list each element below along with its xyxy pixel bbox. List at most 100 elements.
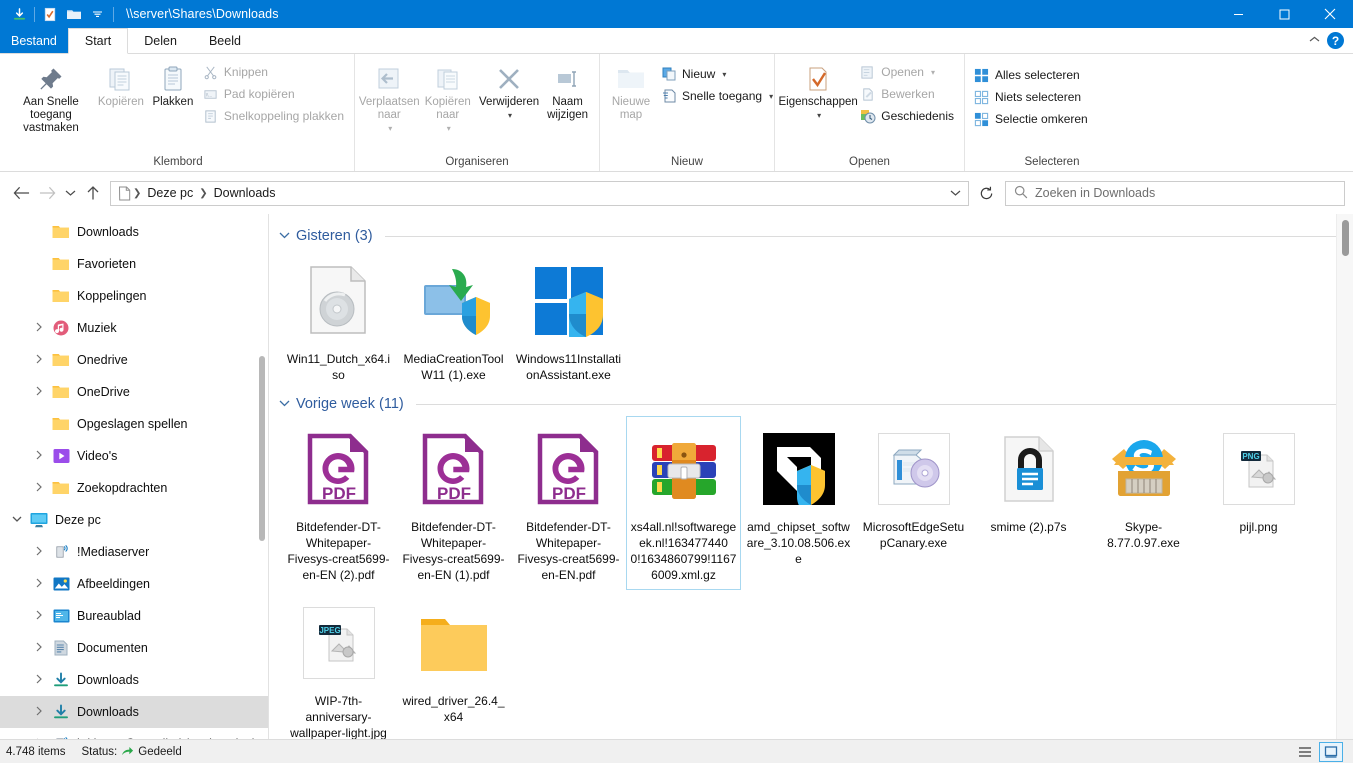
content-scrollbar-track[interactable] bbox=[1336, 214, 1353, 739]
copy-path-button[interactable]: \\... Pad kopiëren bbox=[199, 83, 349, 105]
chevron-up-icon[interactable] bbox=[1308, 35, 1321, 47]
new-folder-button[interactable]: Nieuwe map bbox=[605, 59, 657, 125]
sidebar-item-mediaserver[interactable]: !Mediaserver bbox=[0, 536, 268, 568]
group-header[interactable]: Vorige week (11) bbox=[277, 392, 1353, 416]
chevron-right-icon[interactable] bbox=[28, 738, 50, 739]
chevron-right-icon[interactable] bbox=[28, 354, 50, 367]
sidebar-item-onedrive[interactable]: Onedrive bbox=[0, 344, 268, 376]
refresh-button[interactable] bbox=[971, 182, 1001, 205]
sidebar-item-zoekopdrachten[interactable]: Zoekopdrachten bbox=[0, 472, 268, 504]
sidebar-item-onedrive[interactable]: OneDrive bbox=[0, 376, 268, 408]
chevron-down-icon[interactable] bbox=[279, 398, 290, 411]
file-tile[interactable]: amd_chipset_software_3.10.08.506.exe bbox=[741, 416, 856, 590]
file-tile[interactable]: PDF Bitdefender-DT-Whitepaper-Fivesys-cre… bbox=[511, 416, 626, 590]
sidebar-scrollbar-track[interactable] bbox=[256, 214, 268, 739]
content-scrollbar-thumb[interactable] bbox=[1342, 220, 1349, 256]
invert-selection-button[interactable]: Selectie omkeren bbox=[970, 108, 1093, 130]
history-button[interactable]: Geschiedenis bbox=[856, 105, 959, 127]
chevron-right-icon[interactable] bbox=[28, 642, 50, 655]
open-button[interactable]: Openen ▾ bbox=[856, 61, 959, 83]
paste-shortcut-button[interactable]: Snelkoppeling plakken bbox=[199, 105, 349, 127]
tab-bestand[interactable]: Bestand bbox=[0, 28, 68, 53]
chevron-right-icon[interactable] bbox=[28, 546, 50, 559]
sidebar-item-bureaublad[interactable]: Bureaublad bbox=[0, 600, 268, 632]
sidebar-item-opgeslagen-spellen[interactable]: Opgeslagen spellen bbox=[0, 408, 268, 440]
sidebar-item-favorieten[interactable]: Favorieten bbox=[0, 248, 268, 280]
cut-button[interactable]: Knippen bbox=[199, 61, 349, 83]
breadcrumb-item-downloads[interactable]: Downloads bbox=[210, 184, 280, 202]
sidebar-item-downloads[interactable]: Downloads bbox=[0, 664, 268, 696]
chevron-right-icon[interactable] bbox=[28, 450, 50, 463]
chevron-down-icon[interactable] bbox=[86, 3, 110, 25]
sidebar-item-koppelingen[interactable]: Koppelingen bbox=[0, 280, 268, 312]
folder-icon[interactable] bbox=[62, 3, 86, 25]
search-input[interactable]: Zoeken in Downloads bbox=[1035, 186, 1155, 200]
rename-button[interactable]: Naam wijzigen bbox=[541, 59, 594, 125]
details-view-button[interactable] bbox=[1293, 742, 1317, 762]
file-tile[interactable]: xs4all.nl!softwaregeek.nl!163477440 0!16… bbox=[626, 416, 741, 590]
copy-button[interactable]: Kopiëren bbox=[95, 59, 147, 112]
sidebar-item-afbeeldingen[interactable]: Afbeeldingen bbox=[0, 568, 268, 600]
file-tile[interactable]: MicrosoftEdgeSetupCanary.exe bbox=[856, 416, 971, 590]
file-tile[interactable]: wired_driver_26.4_x64 bbox=[396, 590, 511, 739]
new-item-button[interactable]: Nieuw ▾ bbox=[657, 63, 778, 85]
breadcrumb-separator-0: ❯ bbox=[133, 187, 142, 199]
address-input[interactable]: ❯ Deze pc ❯ Downloads bbox=[110, 180, 969, 206]
easy-access-button[interactable]: Snelle toegang ▾ bbox=[657, 85, 778, 107]
file-tile[interactable]: PDF Bitdefender-DT-Whitepaper-Fivesys-cre… bbox=[281, 416, 396, 590]
forward-button[interactable] bbox=[34, 180, 60, 206]
edit-button[interactable]: Bewerken bbox=[856, 83, 959, 105]
maximize-icon[interactable] bbox=[1261, 0, 1307, 28]
large-icons-view-button[interactable] bbox=[1319, 741, 1343, 762]
file-tile[interactable]: MediaCreationToolW11 (1).exe bbox=[396, 248, 511, 390]
minimize-icon[interactable] bbox=[1215, 0, 1261, 28]
tab-beeld[interactable]: Beeld bbox=[192, 28, 257, 53]
file-tile[interactable]: smime (2).p7s bbox=[971, 416, 1086, 590]
sidebar-item-muziek[interactable]: Muziek bbox=[0, 312, 268, 344]
recent-locations-button[interactable] bbox=[60, 180, 80, 206]
chevron-down-icon[interactable] bbox=[279, 230, 290, 243]
pin-to-quick-access-button[interactable]: Aan Snelle toegang vastmaken bbox=[7, 59, 95, 138]
sidebar-scrollbar-thumb[interactable] bbox=[259, 356, 265, 541]
properties-icon[interactable] bbox=[38, 3, 62, 25]
sidebar-item-h-kisters-xs4all-nl-workstation[interactable]: h.kisters@xs4all.nl (workstation) bbox=[0, 728, 268, 739]
chevron-right-icon[interactable] bbox=[28, 386, 50, 399]
sidebar-item-downloads[interactable]: Downloads bbox=[0, 696, 268, 728]
select-all-label: Alles selecteren bbox=[995, 68, 1080, 82]
file-tile[interactable]: Win11_Dutch_x64.iso bbox=[281, 248, 396, 390]
chevron-right-icon[interactable] bbox=[28, 610, 50, 623]
chevron-right-icon[interactable] bbox=[28, 482, 50, 495]
sidebar-item-documenten[interactable]: Documenten bbox=[0, 632, 268, 664]
chevron-right-icon[interactable] bbox=[28, 322, 50, 335]
back-button[interactable] bbox=[8, 180, 34, 206]
paste-button[interactable]: Plakken bbox=[147, 59, 199, 112]
close-icon[interactable] bbox=[1307, 0, 1353, 28]
select-none-button[interactable]: Niets selecteren bbox=[970, 86, 1093, 108]
chevron-down-icon[interactable] bbox=[6, 514, 28, 527]
tab-start[interactable]: Start bbox=[67, 28, 129, 54]
sidebar-item-video-s[interactable]: Video's bbox=[0, 440, 268, 472]
file-tile[interactable]: Windows11InstallationAssistant.exe bbox=[511, 248, 626, 390]
download-icon[interactable] bbox=[7, 3, 31, 25]
chevron-right-icon[interactable] bbox=[28, 674, 50, 687]
help-icon[interactable]: ? bbox=[1327, 32, 1344, 49]
move-to-button[interactable]: Verplaatsen naar ▾ bbox=[359, 59, 420, 138]
chevron-right-icon[interactable] bbox=[28, 578, 50, 591]
search-box[interactable]: Zoeken in Downloads bbox=[1005, 180, 1345, 206]
file-tile[interactable]: PDF Bitdefender-DT-Whitepaper-Fivesys-cre… bbox=[396, 416, 511, 590]
group-header[interactable]: Gisteren (3) bbox=[277, 224, 1353, 248]
chevron-right-icon[interactable] bbox=[28, 706, 50, 719]
up-button[interactable] bbox=[80, 180, 106, 206]
breadcrumb-item-deze-pc[interactable]: Deze pc bbox=[143, 184, 197, 202]
address-dropdown-icon[interactable] bbox=[942, 182, 968, 205]
sidebar-item-deze-pc[interactable]: Deze pc bbox=[0, 504, 268, 536]
sidebar-item-downloads[interactable]: Downloads bbox=[0, 216, 268, 248]
properties-button[interactable]: Eigenschappen ▾ bbox=[779, 59, 858, 125]
file-tile[interactable]: JPEG WIP-7th-anniversary-wallpaper-light.… bbox=[281, 590, 396, 739]
delete-button[interactable]: Verwijderen ▾ bbox=[477, 59, 541, 125]
copy-to-button[interactable]: Kopiëren naar ▾ bbox=[419, 59, 478, 138]
file-tile[interactable]: Skype-8.77.0.97.exe bbox=[1086, 416, 1201, 590]
select-all-button[interactable]: Alles selecteren bbox=[970, 64, 1093, 86]
file-tile[interactable]: PNG pijl.png bbox=[1201, 416, 1316, 590]
tab-delen[interactable]: Delen bbox=[128, 28, 193, 53]
